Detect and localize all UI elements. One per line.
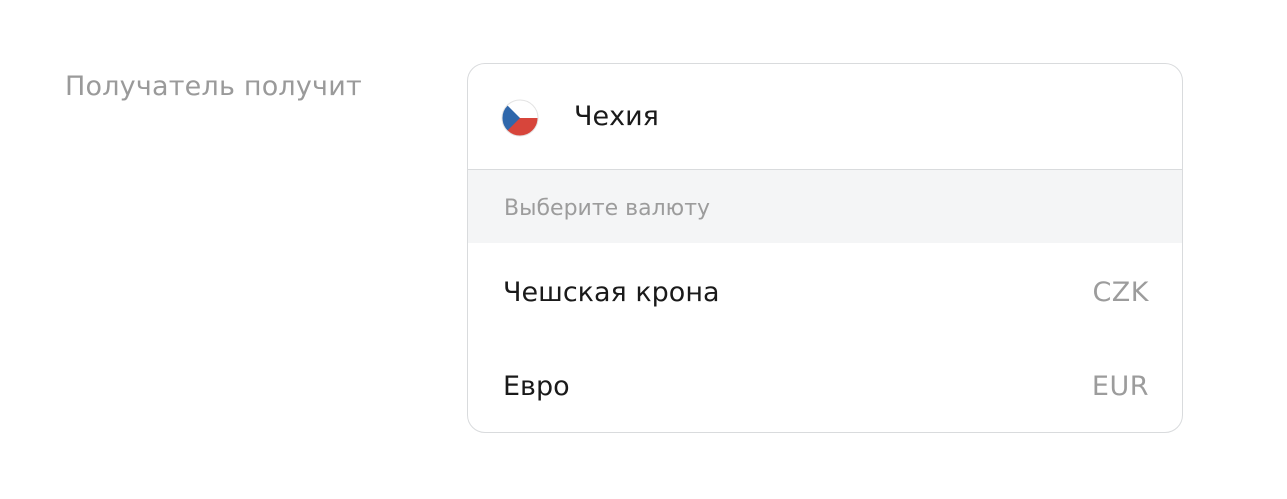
currency-option-name: Евро (503, 371, 570, 402)
czech-flag-icon (501, 99, 539, 137)
currency-dropdown-panel: Чехия Выберите валюту Чешская крона CZK … (467, 63, 1183, 433)
recipient-receives-label: Получатель получит (65, 71, 362, 102)
currency-section-header: Выберите валюту (468, 170, 1182, 243)
country-selector[interactable]: Чехия (468, 64, 1182, 170)
currency-option-czk[interactable]: Чешская крона CZK (468, 243, 1182, 337)
choose-currency-label: Выберите валюту (504, 196, 711, 221)
currency-option-code: CZK (1092, 277, 1149, 308)
recipient-currency-page: Получатель получит Чехия Выберите валюту… (0, 0, 1287, 499)
currency-option-code: EUR (1091, 371, 1149, 402)
currency-option-name: Чешская крона (503, 277, 720, 308)
country-name: Чехия (574, 101, 659, 132)
currency-option-eur[interactable]: Евро EUR (468, 337, 1182, 431)
